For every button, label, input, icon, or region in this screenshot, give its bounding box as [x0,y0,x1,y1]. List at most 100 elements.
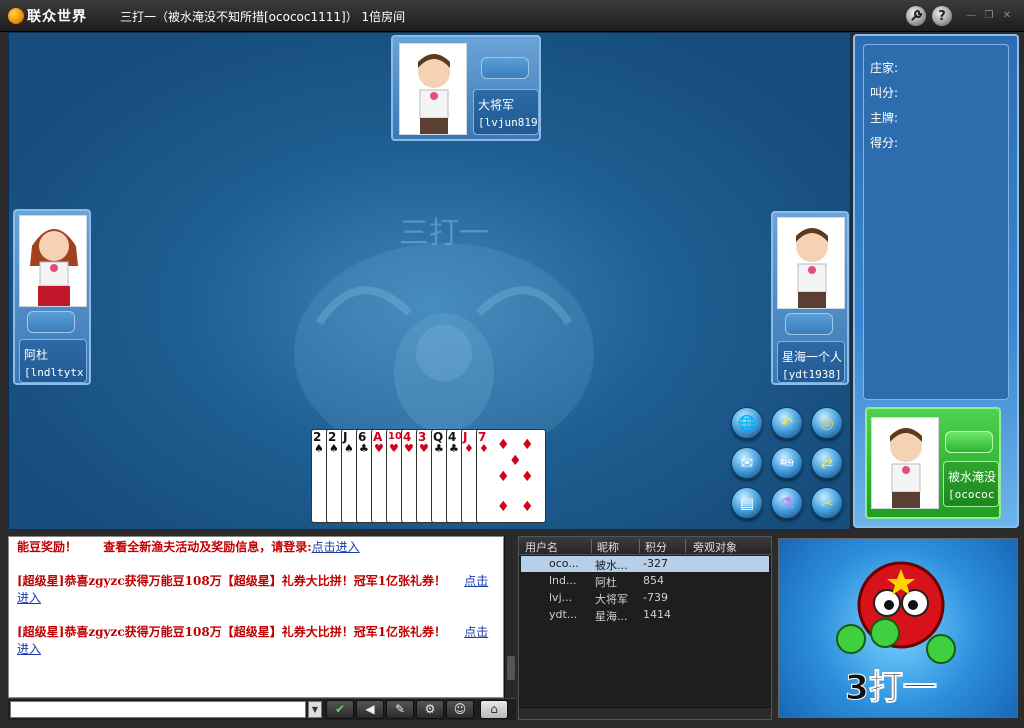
player-name-right: 星海一个人 [782,350,843,364]
swap-arrows-icon: ⇄ [820,453,834,472]
magic-button[interactable]: ⚗ [771,487,803,519]
minimize-button[interactable]: — [966,11,976,21]
table-row[interactable]: lnd... 阿杜 854 [521,573,769,589]
card-suit: ♥ [404,442,414,455]
home-button[interactable]: ⌂ [480,700,508,719]
player-id-self: [ocococ [948,488,995,501]
sound-button[interactable]: ◀ [356,700,384,719]
friends-button[interactable]: ☺ [446,700,474,719]
player-id-top: [lvjun819 [478,116,538,129]
call-score-button[interactable]: 叫分 [771,447,803,479]
card-pip: ♦ [521,499,534,515]
card-suit: ♣ [359,442,369,455]
coins-icon: ◎ [820,413,834,432]
player-panel-left: 阿杜 [lndltytx [13,209,91,385]
call-score-label: 叫分 [780,458,794,467]
logo-text: 联众世界 [27,9,87,25]
home-icon: ⌂ [490,702,498,716]
watermark-title: 三打一 [399,216,489,251]
card-suit: ♠ [329,442,339,455]
avatar-self [871,417,939,509]
card-suit: ♣ [434,442,444,455]
column-header[interactable]: 昵称 [597,539,619,555]
help-glyph: ? [938,8,946,24]
cell-username: lvj... [549,591,573,604]
chat-bubble-button[interactable]: ✉ [731,447,763,479]
cell-score: 1414 [643,608,671,621]
chat-input-dropdown[interactable]: ▼ [308,701,322,718]
table-row[interactable]: lvj... 大将军 -739 [521,590,769,606]
undo-arrow-icon: ↶ [780,413,794,432]
window-title: 三打一（被水淹没不知所措[ocococ1111]） 1倍房间 [120,10,406,24]
chat-reward-text: 能豆奖励！ [17,540,78,554]
undo-button[interactable]: ↶ [771,407,803,439]
devil-mascot-icon: 3打一 [836,561,956,709]
swap-button[interactable]: ⇄ [811,447,843,479]
card-pip: ♦ [497,499,510,515]
player-name-self: 被水淹没 [948,470,997,484]
table-header: 用户名 昵称 积分 旁观对象 [519,537,771,555]
card-pip: ♦ [509,453,522,469]
cell-score: -327 [643,557,668,570]
chat-message: 能豆奖励！ 查看全新渔夫活动及奖励信息，请登录:点击进入 [17,539,497,556]
cards-icon: ▤ [739,493,755,512]
globe-button[interactable]: 🌐 [731,407,763,439]
app-logo: 联众世界 [8,7,87,25]
settings-button[interactable]: ⚙ [416,700,444,719]
tools-button[interactable]: ✂ [811,487,843,519]
promo-title: 3打一 [845,668,937,708]
cell-score: 854 [643,574,664,587]
table-row[interactable]: oco... 被水... -327 [521,556,769,572]
card-suit: ♥ [374,442,384,455]
bid-label: 叫分: [870,86,899,100]
cell-nickname: 星海... [595,610,628,623]
table-row[interactable]: ydt... 星海... 1414 [521,607,769,623]
chat-message-text: [超级星]恭喜zgyzc获得万能豆108万【超级星】礼券大比拼！冠军1亿张礼券！ [17,574,447,588]
chat-notice-text: 查看全新渔夫活动及奖励信息，请登录: [103,540,312,554]
card-suit: ♥ [389,442,399,455]
column-header[interactable]: 旁观对象 [693,539,737,555]
pencil-icon: ✎ [394,702,406,716]
card-pip: ♦ [497,469,510,485]
chat-input[interactable] [10,701,306,718]
game-promo-banner[interactable]: 3打一 [778,538,1018,718]
chat-scroll-thumb[interactable] [507,656,515,680]
send-button[interactable]: ✔ [326,700,354,719]
card-suit: ♥ [419,442,429,455]
tools-icon: ✂ [820,493,834,512]
name-box-right: 星海一个人 [ydt1938] [777,341,845,383]
edit-button[interactable]: ✎ [386,700,414,719]
name-box-left: 阿杜 [lndltytx [19,339,87,383]
column-header[interactable]: 积分 [645,539,667,555]
info-box: 庄家: 叫分: 主牌: 得分: [863,44,1009,400]
avatar-top [399,43,467,135]
status-slot-top [481,57,529,79]
user-list-table: 用户名 昵称 积分 旁观对象 oco... 被水... -327 lnd... … [518,536,772,720]
cell-score: -739 [643,591,668,604]
column-header[interactable]: 用户名 [525,539,558,555]
game-table: 三打一 大将军 [lvjun819 阿杜 [lndltytx 星海一个人 [yd… [8,32,851,530]
chat-link[interactable]: 点击进入 [312,540,360,554]
player-name-top: 大将军 [478,98,515,112]
cell-username: lnd... [549,574,577,587]
chat-scrollbar[interactable] [504,536,516,698]
chat-message: [超级星]恭喜zgyzc获得万能豆108万【超级星】礼券大比拼！冠军1亿张礼券！… [17,573,497,607]
chat-log: 能豆奖励！ 查看全新渔夫活动及奖励信息，请登录:点击进入 [超级星]恭喜zgyz… [8,536,504,698]
wrench-icon[interactable] [906,6,926,26]
column-divider [685,539,686,553]
cards-button[interactable]: ▤ [731,487,763,519]
table-horizontal-scrollbar[interactable] [519,707,771,719]
status-slot-self [945,431,993,453]
close-button[interactable]: ✕ [1002,11,1012,21]
status-slot-left [27,311,75,333]
coins-button[interactable]: ◎ [811,407,843,439]
card-suit: ♠ [314,442,324,455]
help-icon[interactable]: ? [932,6,952,26]
trump-label: 主牌: [870,111,899,125]
card[interactable]: 7 ♦ ♦ ♦ ♦ ♦ ♦ ♦ ♦ [476,429,546,523]
player-id-right: [ydt1938] [782,368,842,381]
player-panel-right: 星海一个人 [ydt1938] [771,211,849,385]
restore-button[interactable]: ❐ [984,11,994,21]
card-suit: ♣ [449,442,459,455]
check-icon: ✔ [334,702,346,716]
